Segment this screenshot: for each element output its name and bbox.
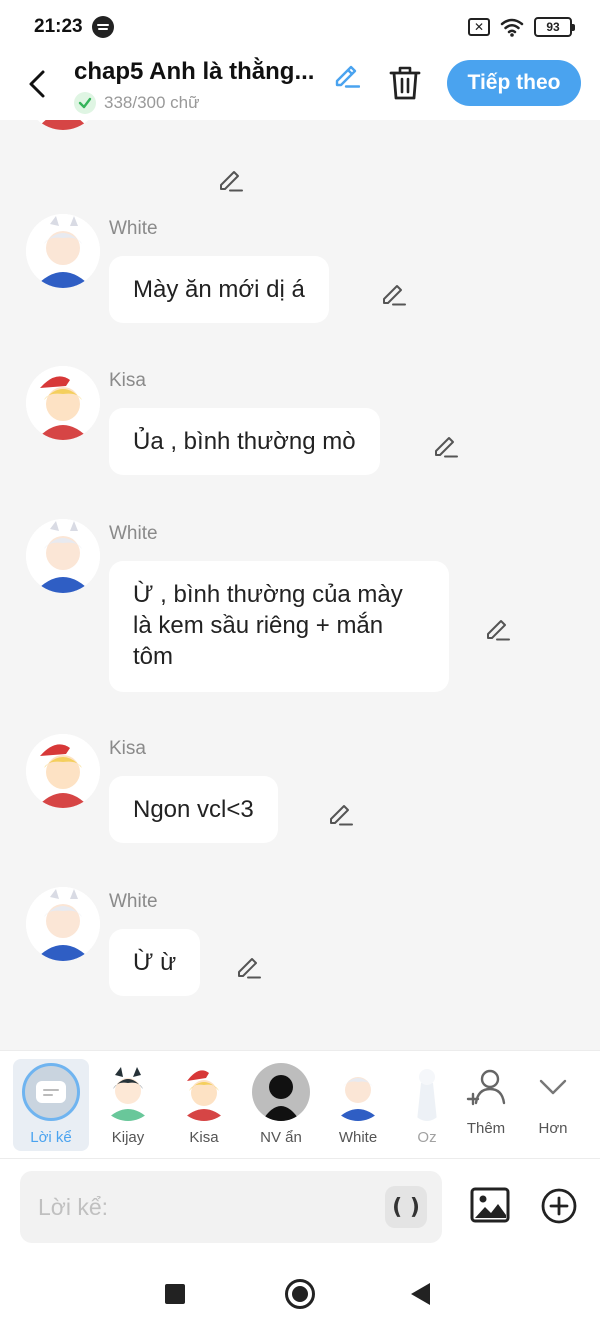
word-count: 338/300 chữ	[74, 92, 200, 114]
kisa-avatar	[26, 366, 100, 440]
battery-icon: 93	[534, 17, 575, 37]
recents-button[interactable]	[165, 1284, 185, 1304]
character-oz[interactable]: Oz	[397, 1059, 457, 1151]
white-avatar	[26, 519, 100, 593]
message-bubble[interactable]: Mày ăn mới dị á	[109, 256, 329, 323]
character-label: NV ẩn	[260, 1129, 302, 1146]
edit-title-pencil-icon[interactable]	[332, 60, 360, 88]
edit-message-pencil-icon[interactable]	[380, 280, 406, 306]
editor-header: chap5 Anh là thằng... 338/300 chữ Tiếp t…	[0, 58, 600, 120]
speaker-name: Kisa	[109, 738, 146, 759]
spotify-icon	[92, 16, 114, 38]
message-bubble[interactable]: Ừ ừ	[109, 929, 201, 996]
chevron-down-icon	[539, 1079, 567, 1095]
more-label: Hơn	[538, 1120, 568, 1137]
trash-icon[interactable]	[388, 64, 422, 102]
add-character-label: Thêm	[466, 1120, 506, 1137]
back-button[interactable]	[22, 64, 52, 104]
status-icons: ✕ 93	[468, 17, 575, 37]
add-character-button[interactable]: Thêm	[456, 1059, 516, 1151]
check-icon	[74, 92, 96, 114]
character-label: Lời kể	[30, 1129, 72, 1146]
speaker-name: White	[109, 891, 158, 912]
status-time: 21:23	[34, 16, 83, 37]
character-label: White	[338, 1129, 378, 1146]
message-bubble[interactable]: Ừ , bình thường của mày là kem sầu riêng…	[109, 561, 449, 692]
narrator-icon	[22, 1063, 80, 1121]
white-avatar	[329, 1063, 387, 1121]
word-count-text: 338/300 chữ	[104, 93, 200, 112]
message-bubble[interactable]: Ngon vcl<3	[109, 776, 278, 843]
character-narrator[interactable]: Lời kể	[13, 1059, 89, 1151]
home-button[interactable]	[285, 1279, 315, 1309]
message-input-wrap: ( )	[20, 1171, 442, 1243]
hidden-character-avatar	[252, 1063, 310, 1121]
input-bar: ( )	[0, 1158, 600, 1254]
next-button[interactable]: Tiếp theo	[447, 60, 581, 106]
character-label: Kijay	[111, 1129, 145, 1146]
character-white[interactable]: White	[320, 1059, 396, 1151]
system-nav-bar	[0, 1254, 600, 1333]
edit-message-pencil-icon[interactable]	[484, 615, 510, 641]
wifi-icon	[500, 18, 524, 37]
message-bubble[interactable]: Ủa , bình thường mò	[109, 408, 380, 475]
character-bar: Lời kể Kijay Kisa NV ẩn White Oz Thêm Hơ…	[0, 1050, 600, 1158]
chapter-title: chap5 Anh là thằng...	[74, 58, 315, 85]
speaker-name: White	[109, 218, 158, 239]
notification-x-icon: ✕	[468, 18, 490, 36]
message-input[interactable]	[38, 1171, 378, 1243]
system-back-button[interactable]	[411, 1283, 430, 1305]
edit-message-pencil-icon[interactable]	[235, 953, 261, 979]
chevron-left-icon	[29, 70, 45, 98]
add-person-icon	[466, 1069, 506, 1106]
character-label: Kisa	[189, 1129, 219, 1146]
status-bar: 21:23 ✕ 93	[0, 0, 600, 58]
white-avatar	[26, 887, 100, 961]
kisa-avatar	[175, 1063, 233, 1121]
kijay-avatar	[99, 1063, 157, 1121]
more-button[interactable]: Hơn	[523, 1059, 583, 1151]
speaker-name: Kisa	[109, 370, 146, 391]
edit-message-pencil-icon[interactable]	[327, 800, 353, 826]
kisa-avatar	[26, 734, 100, 808]
oz-avatar	[407, 1063, 447, 1121]
chat-area[interactable]: Vl White Mày ăn mới dị á Kisa Ủa , bình …	[0, 120, 600, 1050]
edit-message-pencil-icon[interactable]	[432, 432, 458, 458]
image-icon[interactable]	[470, 1185, 510, 1225]
character-hidden[interactable]: NV ẩn	[243, 1059, 319, 1151]
parentheses-button[interactable]: ( )	[385, 1186, 427, 1228]
speaker-name: White	[109, 523, 158, 544]
character-kisa[interactable]: Kisa	[166, 1059, 242, 1151]
kisa-avatar	[26, 120, 100, 130]
edit-message-pencil-icon[interactable]	[217, 166, 243, 192]
white-avatar	[26, 214, 100, 288]
character-kijay[interactable]: Kijay	[90, 1059, 166, 1151]
plus-circle-icon[interactable]	[540, 1187, 578, 1225]
character-label: Oz	[417, 1129, 437, 1146]
